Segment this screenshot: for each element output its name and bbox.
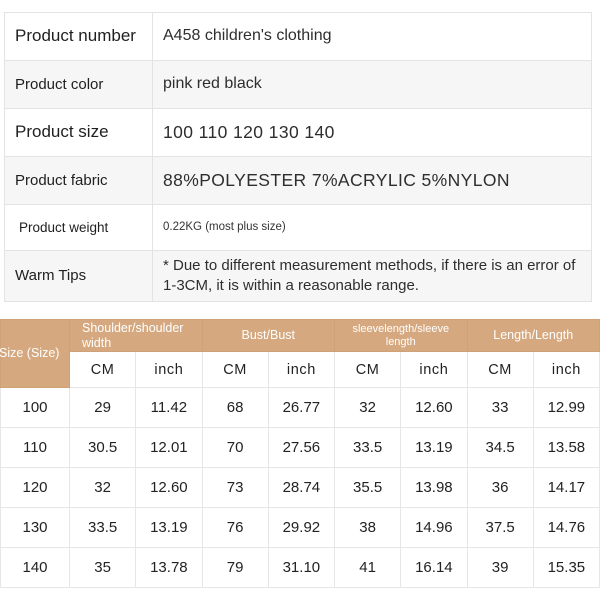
size-chart-body: 100 29 11.42 68 26.77 32 12.60 33 12.99 … <box>1 388 600 588</box>
table-row: 140 35 13.78 79 31.10 41 16.14 39 15.35 <box>1 548 600 588</box>
size-chart-unit-bust-cm: CM <box>202 352 268 388</box>
cell-sleeve-inch: 13.19 <box>401 428 467 468</box>
size-chart-header-bust: Bust/Bust <box>202 320 335 352</box>
cell-length-cm: 39 <box>467 548 533 588</box>
spec-label-warm-tips: Warm Tips <box>5 251 153 302</box>
size-chart-size-100: 100 <box>1 388 70 428</box>
cell-sleeve-inch: 16.14 <box>401 548 467 588</box>
spec-label-product-color: Product color <box>5 61 153 109</box>
cell-shoulder-cm: 30.5 <box>70 428 136 468</box>
cell-shoulder-inch: 12.60 <box>136 468 202 508</box>
spec-value-product-color: pink red black <box>153 61 592 109</box>
size-chart-size-140: 140 <box>1 548 70 588</box>
cell-shoulder-cm: 33.5 <box>70 508 136 548</box>
size-chart-header-sleeve: sleevelength/sleeve length <box>335 320 468 352</box>
size-chart-head: Size (Size) Shoulder/shoulder width Bust… <box>1 320 600 388</box>
product-spec-page: Product number A458 children's clothing … <box>0 0 600 600</box>
size-chart-unit-shoulder-inch: inch <box>136 352 202 388</box>
cell-shoulder-inch: 13.19 <box>136 508 202 548</box>
spec-label-product-weight: Product weight <box>5 205 153 251</box>
cell-length-inch: 14.76 <box>533 508 599 548</box>
cell-bust-cm: 68 <box>202 388 268 428</box>
cell-sleeve-inch: 13.98 <box>401 468 467 508</box>
size-chart-group-header-row: Size (Size) Shoulder/shoulder width Bust… <box>1 320 600 352</box>
size-chart-unit-length-inch: inch <box>533 352 599 388</box>
size-chart-unit-shoulder-cm: CM <box>70 352 136 388</box>
spec-row-product-weight: Product weight 0.22KG (most plus size) <box>5 205 592 251</box>
size-chart-unit-header-row: CM inch CM inch CM inch CM inch <box>1 352 600 388</box>
spec-row-product-size: Product size 100 110 120 130 140 <box>5 109 592 157</box>
spec-row-product-fabric: Product fabric 88%POLYESTER 7%ACRYLIC 5%… <box>5 157 592 205</box>
cell-length-cm: 37.5 <box>467 508 533 548</box>
cell-sleeve-cm: 38 <box>335 508 401 548</box>
size-chart-size-110: 110 <box>1 428 70 468</box>
cell-sleeve-cm: 35.5 <box>335 468 401 508</box>
cell-bust-inch: 28.74 <box>268 468 334 508</box>
spec-row-warm-tips: Warm Tips * Due to different measurement… <box>5 251 592 302</box>
cell-bust-inch: 26.77 <box>268 388 334 428</box>
cell-bust-inch: 29.92 <box>268 508 334 548</box>
cell-sleeve-cm: 41 <box>335 548 401 588</box>
size-chart-unit-length-cm: CM <box>467 352 533 388</box>
spec-value-product-number: A458 children's clothing <box>153 13 592 61</box>
cell-length-inch: 14.17 <box>533 468 599 508</box>
table-row: 120 32 12.60 73 28.74 35.5 13.98 36 14.1… <box>1 468 600 508</box>
cell-length-inch: 13.58 <box>533 428 599 468</box>
product-specification-table: Product number A458 children's clothing … <box>4 12 592 302</box>
size-chart-header-length: Length/Length <box>467 320 600 352</box>
size-chart-header-size: Size (Size) <box>1 320 70 388</box>
spec-label-product-fabric: Product fabric <box>5 157 153 205</box>
spec-value-warm-tips: * Due to different measurement methods, … <box>153 251 592 302</box>
spec-value-product-size: 100 110 120 130 140 <box>153 109 592 157</box>
cell-sleeve-inch: 14.96 <box>401 508 467 548</box>
cell-bust-cm: 79 <box>202 548 268 588</box>
table-row: 130 33.5 13.19 76 29.92 38 14.96 37.5 14… <box>1 508 600 548</box>
cell-length-cm: 33 <box>467 388 533 428</box>
cell-sleeve-cm: 33.5 <box>335 428 401 468</box>
spec-value-product-fabric: 88%POLYESTER 7%ACRYLIC 5%NYLON <box>153 157 592 205</box>
cell-sleeve-inch: 12.60 <box>401 388 467 428</box>
cell-length-inch: 15.35 <box>533 548 599 588</box>
size-chart-size-130: 130 <box>1 508 70 548</box>
spec-table-body: Product number A458 children's clothing … <box>5 13 592 302</box>
cell-shoulder-cm: 29 <box>70 388 136 428</box>
size-chart-table: Size (Size) Shoulder/shoulder width Bust… <box>0 319 600 588</box>
cell-shoulder-inch: 13.78 <box>136 548 202 588</box>
spec-row-product-color: Product color pink red black <box>5 61 592 109</box>
cell-shoulder-cm: 35 <box>70 548 136 588</box>
spec-label-product-number: Product number <box>5 13 153 61</box>
cell-shoulder-cm: 32 <box>70 468 136 508</box>
table-row: 110 30.5 12.01 70 27.56 33.5 13.19 34.5 … <box>1 428 600 468</box>
cell-bust-cm: 73 <box>202 468 268 508</box>
cell-length-cm: 36 <box>467 468 533 508</box>
table-row: 100 29 11.42 68 26.77 32 12.60 33 12.99 <box>1 388 600 428</box>
cell-length-cm: 34.5 <box>467 428 533 468</box>
size-chart-unit-bust-inch: inch <box>268 352 334 388</box>
size-chart-header-shoulder: Shoulder/shoulder width <box>70 320 203 352</box>
spec-label-product-size: Product size <box>5 109 153 157</box>
size-chart-unit-sleeve-inch: inch <box>401 352 467 388</box>
spec-value-product-weight: 0.22KG (most plus size) <box>153 205 592 251</box>
cell-shoulder-inch: 12.01 <box>136 428 202 468</box>
cell-bust-inch: 27.56 <box>268 428 334 468</box>
size-chart-size-120: 120 <box>1 468 70 508</box>
cell-bust-cm: 70 <box>202 428 268 468</box>
cell-length-inch: 12.99 <box>533 388 599 428</box>
cell-bust-inch: 31.10 <box>268 548 334 588</box>
size-chart-unit-sleeve-cm: CM <box>335 352 401 388</box>
cell-sleeve-cm: 32 <box>335 388 401 428</box>
spec-row-product-number: Product number A458 children's clothing <box>5 13 592 61</box>
cell-bust-cm: 76 <box>202 508 268 548</box>
cell-shoulder-inch: 11.42 <box>136 388 202 428</box>
